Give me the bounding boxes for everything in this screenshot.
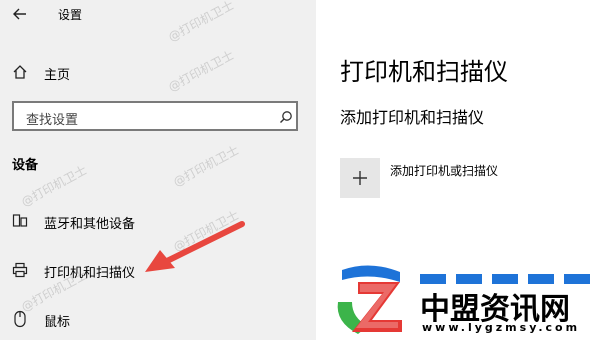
brand-top-strip <box>420 270 595 284</box>
sidebar-item-label: 打印机和扫描仪 <box>44 266 136 281</box>
sidebar-item-label: 鼠标 <box>44 315 71 330</box>
search-placeholder: 查找设置 <box>26 113 79 128</box>
sidebar-item-home[interactable]: 主页 <box>0 54 316 94</box>
mouse-icon <box>14 310 26 328</box>
page-title: 打印机和扫描仪 <box>340 58 508 86</box>
bluetooth-devices-icon <box>12 214 28 227</box>
back-arrow-icon <box>13 8 26 20</box>
brand-logo-icon <box>337 265 402 334</box>
add-printer-button[interactable]: 添加打印机或扫描仪 <box>340 158 580 198</box>
search-input[interactable]: 查找设置 <box>12 101 298 131</box>
add-tile <box>340 158 380 198</box>
brand-url: www.lygzmsy.com <box>422 321 581 334</box>
search-icon[interactable] <box>279 110 293 124</box>
home-icon <box>13 65 27 79</box>
section-title: 添加打印机和扫描仪 <box>340 108 485 127</box>
add-printer-label: 添加打印机或扫描仪 <box>390 164 499 178</box>
printer-icon <box>12 262 28 278</box>
sidebar-item-mouse[interactable]: 鼠标 <box>0 300 316 340</box>
back-button[interactable] <box>8 2 32 26</box>
section-header: 设备 <box>12 158 39 173</box>
annotation-arrow-icon <box>145 221 245 272</box>
sidebar-item-label: 蓝牙和其他设备 <box>44 217 136 232</box>
plus-icon <box>353 171 367 185</box>
sidebar-item-label: 主页 <box>44 68 71 83</box>
brand-watermark: 中盟资讯网 www.lygzmsy.com <box>330 262 600 340</box>
window-title: 设置 <box>58 8 83 22</box>
